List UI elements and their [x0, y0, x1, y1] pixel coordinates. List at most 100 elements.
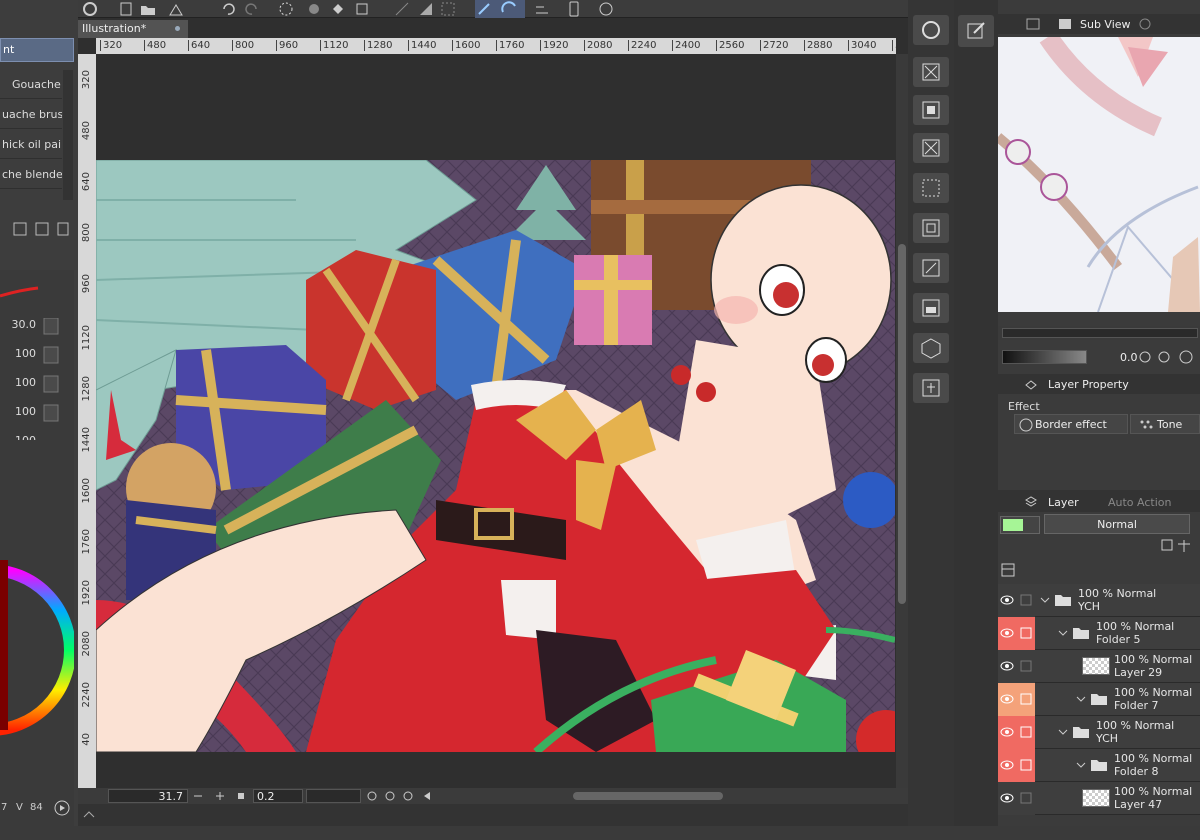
- layer-visibility-eye-icon[interactable]: [998, 584, 1017, 617]
- tab-dot-icon[interactable]: [175, 26, 180, 31]
- fill-icon[interactable]: [330, 1, 346, 17]
- layer-row[interactable]: 100 % Normal Folder 7: [998, 683, 1200, 716]
- folder-chevron-icon[interactable]: [1076, 759, 1086, 771]
- layer-visibility-eye-icon[interactable]: [998, 650, 1017, 683]
- layer-lock-checkbox[interactable]: [1017, 617, 1035, 650]
- tone-button[interactable]: Tone: [1130, 414, 1200, 434]
- canvas-vertical-scrollbar[interactable]: [896, 54, 908, 789]
- vertical-ruler[interactable]: 320 480 640 800 960 1120 1280 1440 1600 1760 1920 2…: [78, 54, 96, 789]
- canvas-artwork[interactable]: [96, 160, 895, 752]
- sub-view-extra-icon[interactable]: [1138, 17, 1152, 31]
- layer-lock-checkbox[interactable]: [1017, 782, 1035, 815]
- edit-button[interactable]: [958, 15, 994, 47]
- redo-icon[interactable]: [244, 1, 260, 17]
- cmd-button-6[interactable]: [913, 213, 949, 243]
- ruler-icon[interactable]: [534, 1, 550, 17]
- layer-lock-checkbox[interactable]: [1017, 716, 1035, 749]
- layer-row[interactable]: 100 % Normal Folder 5: [998, 617, 1200, 650]
- transform-icon[interactable]: [354, 1, 370, 17]
- play-icon[interactable]: [54, 800, 70, 816]
- folder-chevron-icon[interactable]: [1058, 726, 1068, 738]
- selected-brush-group[interactable]: nt: [0, 38, 74, 62]
- layer-row[interactable]: 100 % Normal Layer 47: [998, 782, 1200, 815]
- rotation-buttons[interactable]: [366, 790, 436, 802]
- sub-view-gradient-slider[interactable]: [1002, 350, 1087, 364]
- horizontal-ruler[interactable]: 320 480 640 800 960 1120 1280 1440 1600 1760 1920 2…: [96, 38, 896, 54]
- layer-row[interactable]: 100 % Normal Layer 29: [998, 650, 1200, 683]
- folder-chevron-icon[interactable]: [1040, 594, 1050, 606]
- fill-selection-icon[interactable]: [418, 1, 434, 17]
- zoom-field[interactable]: 31.7: [108, 789, 188, 803]
- layer-visibility-eye-icon[interactable]: [998, 782, 1017, 815]
- extra-field[interactable]: 100: [0, 430, 40, 440]
- cmd-button-2[interactable]: [913, 57, 949, 87]
- rotation-slider[interactable]: [306, 789, 361, 803]
- share-icon[interactable]: [598, 1, 614, 17]
- brush-list-scrollbar[interactable]: [63, 70, 73, 200]
- zoom-buttons[interactable]: [192, 790, 252, 802]
- deselect-icon[interactable]: [440, 1, 456, 17]
- layer-toolbar-icons[interactable]: [1158, 538, 1198, 554]
- color-wheel-icon[interactable]: [0, 510, 74, 840]
- brush-item-gouache[interactable]: Gouache: [0, 70, 62, 99]
- smartphone-icon[interactable]: [566, 1, 582, 17]
- sub-view-icon[interactable]: [1058, 17, 1072, 31]
- vertical-scroll-thumb[interactable]: [898, 244, 906, 604]
- folder-chevron-icon[interactable]: [1058, 627, 1068, 639]
- border-effect-button[interactable]: Border effect: [1014, 414, 1128, 434]
- cmd-button-3[interactable]: [913, 95, 949, 125]
- expand-icon[interactable]: [82, 808, 96, 822]
- rotation-field[interactable]: 0.2: [253, 789, 303, 803]
- layer-lock-checkbox[interactable]: [1017, 584, 1035, 617]
- horizontal-scroll-thumb[interactable]: [573, 792, 723, 800]
- new-file-icon[interactable]: [118, 1, 134, 17]
- layer-visibility-eye-icon[interactable]: [998, 716, 1017, 749]
- density-field[interactable]: 100: [0, 401, 40, 423]
- cmd-button-5[interactable]: [913, 173, 949, 203]
- brush-size-field[interactable]: 30.0: [0, 314, 40, 336]
- layer-visibility-eye-icon[interactable]: [998, 683, 1017, 716]
- stepper-icons[interactable]: [42, 318, 60, 458]
- brush-item-gouache-blender[interactable]: che blender: [0, 160, 62, 189]
- brush-item-thick-oil-paint[interactable]: hick oil paint: [0, 130, 62, 159]
- undo-icon[interactable]: [220, 1, 236, 17]
- save-icon[interactable]: [168, 1, 184, 17]
- layer-visibility-eye-icon[interactable]: [998, 749, 1017, 782]
- snap-icons[interactable]: [475, 0, 525, 18]
- blend-mode-select[interactable]: Normal: [1044, 514, 1190, 534]
- folder-chevron-icon[interactable]: [1076, 693, 1086, 705]
- sub-view-rotate-icons[interactable]: [1138, 350, 1198, 364]
- cmd-button-4[interactable]: [913, 133, 949, 163]
- layer-property-tab-label[interactable]: Layer Property: [1048, 378, 1129, 391]
- sub-view-image[interactable]: [998, 37, 1200, 312]
- clear-icon[interactable]: [394, 1, 410, 17]
- open-folder-icon[interactable]: [140, 1, 156, 17]
- app-logo-icon[interactable]: [82, 1, 98, 17]
- current-color-select[interactable]: [1000, 516, 1040, 534]
- layer-row[interactable]: 100 % Normal YCH: [998, 584, 1200, 617]
- settings-icon[interactable]: [306, 1, 322, 17]
- cmd-button-1[interactable]: [913, 15, 949, 45]
- opacity-field[interactable]: 100: [0, 343, 40, 365]
- layer-tab-label[interactable]: Layer: [1048, 496, 1079, 509]
- layer-lock-checkbox[interactable]: [1017, 650, 1035, 683]
- navigator-icon[interactable]: [1026, 17, 1040, 31]
- sub-view-zoom-slider[interactable]: [1002, 328, 1198, 338]
- brush-action-icons[interactable]: [12, 220, 72, 238]
- illustration-image[interactable]: [96, 160, 895, 752]
- layer-row[interactable]: 100 % Normal Folder 8: [998, 749, 1200, 782]
- cmd-button-10[interactable]: [913, 373, 949, 403]
- tab-illustration[interactable]: Illustration*: [78, 20, 188, 38]
- layer-lock-checkbox[interactable]: [1017, 683, 1035, 716]
- layer-visibility-eye-icon[interactable]: [998, 617, 1017, 650]
- brush-item-gouache-brush[interactable]: uache brush: [0, 100, 62, 129]
- loading-icon[interactable]: [278, 1, 294, 17]
- layer-row[interactable]: 100 % Normal YCH: [998, 716, 1200, 749]
- amount-field[interactable]: 100: [0, 372, 40, 394]
- snap-toggle-group[interactable]: [475, 0, 525, 18]
- cmd-button-9[interactable]: [913, 333, 949, 363]
- layer-lock-checkbox[interactable]: [1017, 749, 1035, 782]
- auto-action-tab-label[interactable]: Auto Action: [1108, 496, 1172, 509]
- cmd-button-7[interactable]: [913, 253, 949, 283]
- layer-list-icon[interactable]: [1000, 562, 1016, 578]
